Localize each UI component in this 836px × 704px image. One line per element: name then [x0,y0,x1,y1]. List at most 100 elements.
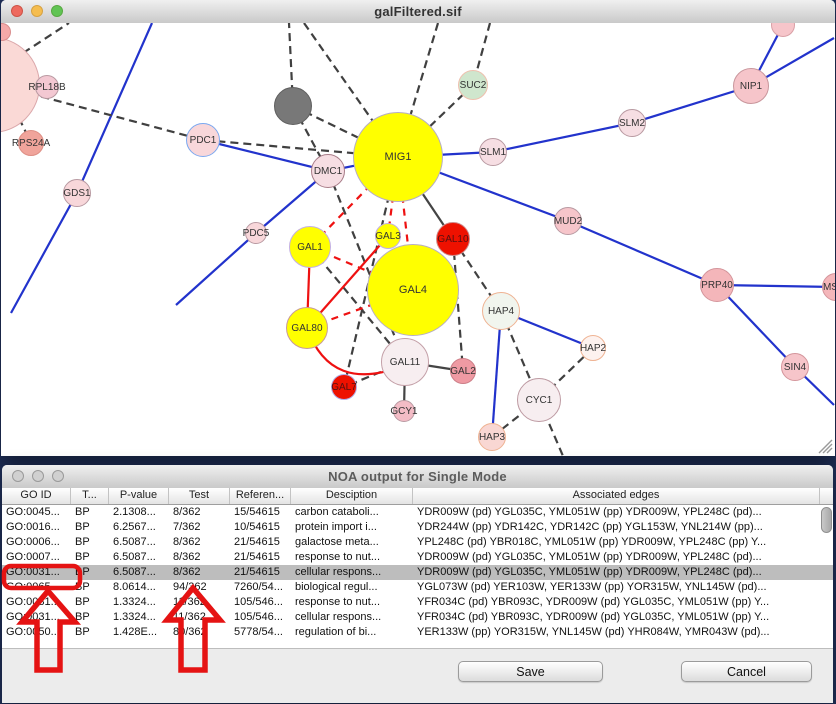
noa-window: NOA output for Single Mode GO ID T... P-… [2,465,833,702]
table-cell: GO:0006... [2,535,71,550]
node-GAL2[interactable]: GAL2 [450,358,476,384]
node-PDC5[interactable]: PDC5 [245,222,267,244]
table-cell: BP [71,595,109,610]
network-canvas[interactable]: RPL18B RPS24A GDS1 PDC1 DMC1 MIG1 SUC2 S… [1,23,835,456]
zoom-button[interactable] [52,470,64,482]
node-SIN4[interactable]: SIN4 [781,353,809,381]
save-button[interactable]: Save [458,661,603,682]
node-GAL11[interactable]: GAL11 [381,338,429,386]
table-cell: GO:0031... [2,610,71,625]
node-PRP40[interactable]: PRP40 [700,268,734,302]
table-cell: 21/54615 [230,535,291,550]
vertical-scrollbar-thumb[interactable] [821,507,832,533]
node-SLM2[interactable]: SLM2 [618,109,646,137]
table-row[interactable]: GO:0007...BP6.5087...8/36221/54615respon… [2,550,833,565]
close-button[interactable] [11,5,23,17]
table-row[interactable]: GO:0045...BP2.1308...8/36215/54615carbon… [2,505,833,520]
node-MUD2[interactable]: MUD2 [554,207,582,235]
table-cell: protein import i... [291,520,413,535]
table-cell: carbon cataboli... [291,505,413,520]
node-CYC1[interactable]: CYC1 [517,378,561,422]
table-cell: response to nut... [291,595,413,610]
table-cell: 8/362 [169,565,230,580]
table-row-selected[interactable]: GO:0031...BP6.5087...8/36221/54615cellul… [2,565,833,580]
table-cell: 10/54615 [230,520,291,535]
table-cell: YPL248C (pd) YBR018C, YML051W (pp) YDR00… [413,535,833,550]
table-cell: YDR009W (pd) YGL035C, YML051W (pp) YDR00… [413,565,833,580]
table-cell: 6.5087... [109,535,169,550]
network-titlebar[interactable]: galFiltered.sif [1,0,835,24]
table-cell: 1.3324... [109,610,169,625]
node-NIP1[interactable]: NIP1 [733,68,769,104]
node-RPS24A[interactable]: RPS24A [18,130,44,156]
table-cell: BP [71,535,109,550]
node-GAL3[interactable]: GAL3 [375,223,401,249]
col-header-test[interactable]: Test [169,488,230,504]
table-cell: 21/54615 [230,550,291,565]
node-GAL4[interactable]: GAL4 [367,244,459,336]
col-header-associated-edges[interactable]: Associated edges [413,488,820,504]
col-header-reference[interactable]: Referen... [230,488,291,504]
col-header-go-id[interactable]: GO ID [2,488,71,504]
node-HAP2[interactable]: HAP2 [580,335,606,361]
node-SLM1[interactable]: SLM1 [479,138,507,166]
minimize-button[interactable] [32,470,44,482]
table-cell: YDR009W (pd) YGL035C, YML051W (pp) YDR00… [413,550,833,565]
table-cell: BP [71,565,109,580]
node-HAP3[interactable]: HAP3 [478,423,506,451]
node-GAL10[interactable]: GAL10 [436,222,470,256]
table-row[interactable]: GO:0031...BP1.3324...11/362105/546...res… [2,595,833,610]
col-header-scroll-corner [820,488,833,504]
noa-titlebar[interactable]: NOA output for Single Mode [2,465,833,489]
table-cell: YER133W (pp) YOR315W, YNL145W (pd) YHR08… [413,625,833,640]
resize-grip-icon[interactable] [819,440,832,453]
table-cell: 94/362 [169,580,230,595]
window-title: galFiltered.sif [1,0,835,23]
node-SUC2[interactable]: SUC2 [458,70,488,100]
table-cell: 8/362 [169,505,230,520]
table-row[interactable]: GO:0016...BP6.2567...7/36210/54615protei… [2,520,833,535]
node-GAL80[interactable]: GAL80 [286,307,328,349]
table-cell: 5778/54... [230,625,291,640]
cancel-button[interactable]: Cancel [681,661,812,682]
table-cell: BP [71,610,109,625]
table-cell: 8/362 [169,535,230,550]
close-button[interactable] [12,470,24,482]
table-row[interactable]: GO:0050...BP1.428E...80/3625778/54...reg… [2,625,833,640]
table-cell: GO:0016... [2,520,71,535]
table-cell: BP [71,580,109,595]
col-header-type[interactable]: T... [71,488,109,504]
node-unlabeled-gray[interactable] [274,87,312,125]
table-cell: GO:0065... [2,580,71,595]
table-cell: 7/362 [169,520,230,535]
table-cell: 1.428E... [109,625,169,640]
table-cell: 105/546... [230,595,291,610]
minimize-button[interactable] [31,5,43,17]
node-GDS1[interactable]: GDS1 [63,179,91,207]
table-row[interactable]: GO:0065...BP8.0614...94/3627260/54...bio… [2,580,833,595]
table-cell: GO:0031... [2,565,71,580]
node-HAP4[interactable]: HAP4 [482,292,520,330]
col-header-description[interactable]: Desciption [291,488,413,504]
table-row[interactable]: GO:0031...BP1.3324...11/362105/546...cel… [2,610,833,625]
node-GCY1[interactable]: GCY1 [393,400,415,422]
table-header: GO ID T... P-value Test Referen... Desci… [2,488,833,505]
table-cell: 6.2567... [109,520,169,535]
table-cell: 1.3324... [109,595,169,610]
node-RPL18B[interactable]: RPL18B [35,75,59,99]
table-cell: 15/54615 [230,505,291,520]
col-header-pvalue[interactable]: P-value [109,488,169,504]
node-PDC1[interactable]: PDC1 [186,123,220,157]
node-GAL1[interactable]: GAL1 [289,226,331,268]
zoom-button[interactable] [51,5,63,17]
node-MIG1[interactable]: MIG1 [353,112,443,202]
table-cell: 6.5087... [109,550,169,565]
noa-window-title: NOA output for Single Mode [2,465,833,488]
node-GAL7[interactable]: GAL7 [331,374,357,400]
results-table: GO:0045...BP2.1308...8/36215/54615carbon… [2,505,833,648]
node-DMC1[interactable]: DMC1 [311,154,345,188]
table-cell: BP [71,505,109,520]
table-cell: YDR244W (pp) YDR142C, YDR142C (pp) YGL15… [413,520,833,535]
table-cell: GO:0045... [2,505,71,520]
table-row[interactable]: GO:0006...BP6.5087...8/36221/54615galact… [2,535,833,550]
